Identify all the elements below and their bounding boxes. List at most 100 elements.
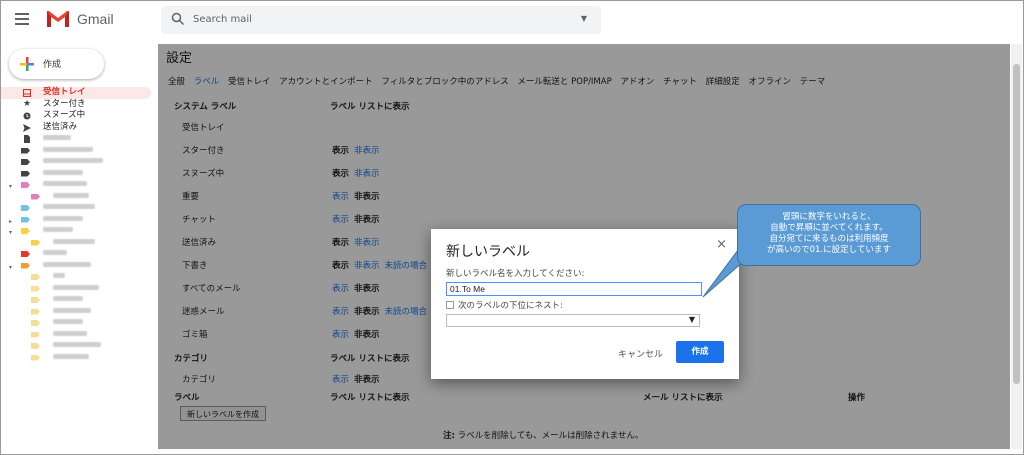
label-tag-icon	[31, 193, 40, 200]
sidebar-label-item[interactable]	[1, 156, 158, 168]
blurred-label	[53, 273, 65, 278]
label-tag-icon	[31, 343, 40, 349]
sidebar-label-item[interactable]	[1, 202, 158, 214]
callout-line: 自動で昇順に並べてくれます。	[770, 223, 888, 233]
sidebar-label-item[interactable]	[1, 352, 158, 364]
blurred-label	[43, 204, 95, 209]
nest-checkbox[interactable]	[446, 301, 454, 309]
sidebar-label-item[interactable]	[1, 145, 158, 157]
callout-line: 自分宛てに来るものは利用頻度	[769, 234, 889, 244]
blurred-label	[53, 296, 83, 301]
blurred-label	[53, 284, 99, 290]
label-tag-icon	[21, 147, 30, 154]
label-tag-icon	[21, 170, 30, 177]
plus-icon	[20, 57, 34, 71]
brand-name: Gmail	[77, 11, 114, 27]
scrollbar[interactable]	[1011, 44, 1022, 449]
sidebar-label-item[interactable]	[1, 271, 158, 283]
new-label-dialog: 新しいラベル × 新しいラベル名を入力してください: 01.To Me 次のラベ…	[431, 229, 739, 379]
parent-label-select[interactable]: ▼	[446, 314, 700, 327]
blurred-label	[53, 319, 83, 324]
label-name-input[interactable]: 01.To Me	[446, 282, 702, 296]
blurred-label	[53, 342, 101, 347]
scrollbar-thumb[interactable]	[1013, 64, 1020, 384]
blurred-label	[53, 192, 89, 198]
sidebar-label-item[interactable]	[1, 294, 158, 306]
sidebar-item-label: 受信トレイ	[43, 87, 86, 97]
sidebar-label-item[interactable]: ▾	[1, 179, 158, 191]
blurred-label	[53, 353, 89, 359]
inbox-icon	[23, 89, 31, 97]
label-tag-icon	[31, 331, 40, 338]
label-tag-icon	[31, 285, 40, 292]
label-tag-icon	[31, 274, 40, 280]
label-tag-icon	[21, 262, 30, 269]
sidebar-label-item[interactable]: ▾	[1, 225, 158, 237]
top-bar: Gmail Search mail ▼	[1, 1, 1023, 39]
sidebar-item-label: 送信済み	[43, 121, 78, 132]
gmail-logo-icon[interactable]	[45, 9, 71, 29]
main-menu-icon[interactable]	[15, 13, 29, 28]
draft-icon	[24, 135, 30, 143]
sidebar-item-label: スター付き	[43, 98, 86, 109]
sidebar-label-item[interactable]	[1, 317, 158, 329]
sidebar-item-snoozed[interactable]: スヌーズ中	[1, 110, 158, 122]
label-tag-icon	[31, 320, 40, 326]
send-icon	[23, 123, 31, 132]
label-tag-icon	[21, 182, 30, 188]
clock-icon	[23, 112, 31, 120]
label-tag-icon	[31, 239, 40, 246]
nest-checkbox-label: 次のラベルの下位にネスト:	[458, 301, 563, 311]
sidebar-label-item[interactable]	[1, 168, 158, 180]
sidebar-item-drafts[interactable]	[1, 133, 158, 145]
label-tag-icon	[21, 216, 30, 223]
blurred-label	[43, 250, 67, 255]
blurred-label	[43, 146, 93, 152]
callout-line: が高いので01.に設定しています	[767, 245, 891, 255]
sidebar-label-item[interactable]	[1, 237, 158, 249]
sidebar: 作成 受信トレイ ★ スター付き スヌーズ中 送信済み ▾ ▸ ▾ ▾	[1, 39, 158, 454]
label-tag-icon	[31, 354, 40, 361]
sidebar-item-starred[interactable]: ★ スター付き	[1, 99, 158, 111]
sidebar-label-item[interactable]: ▸	[1, 214, 158, 226]
blurred-label	[43, 169, 83, 175]
dialog-title: 新しいラベル	[446, 244, 530, 260]
blurred-label	[53, 238, 95, 244]
compose-label: 作成	[43, 60, 62, 70]
blurred-label	[43, 135, 71, 140]
sidebar-label-item[interactable]	[1, 306, 158, 318]
sidebar-label-item[interactable]: ▾	[1, 260, 158, 272]
label-name-prompt: 新しいラベル名を入力してください:	[446, 269, 585, 279]
annotation-callout: 冒頭に数字をいれると、 自動で昇順に並べてくれます。 自分宛てに来るものは利用頻…	[737, 204, 921, 266]
blurred-label	[43, 215, 83, 221]
create-button[interactable]: 作成	[676, 341, 724, 363]
compose-button[interactable]: 作成	[9, 49, 104, 79]
blurred-label	[53, 307, 91, 313]
star-icon: ★	[23, 98, 32, 109]
label-tag-icon	[21, 251, 30, 257]
dropdown-arrow-icon: ▼	[688, 315, 695, 324]
sidebar-label-item[interactable]	[1, 191, 158, 203]
blurred-label	[43, 181, 87, 186]
cancel-button[interactable]: キャンセル	[618, 347, 663, 360]
search-icon[interactable]	[171, 12, 185, 26]
search-box[interactable]: Search mail ▼	[161, 6, 601, 34]
label-tag-icon	[21, 159, 30, 165]
nav-list: 受信トレイ ★ スター付き スヌーズ中 送信済み ▾ ▸ ▾ ▾	[1, 87, 158, 363]
search-options-icon[interactable]: ▼	[581, 14, 587, 23]
search-input[interactable]: Search mail	[193, 14, 252, 25]
label-tag-icon	[31, 297, 40, 303]
sidebar-label-item[interactable]	[1, 340, 158, 352]
blurred-label	[43, 227, 73, 232]
sidebar-item-label: スヌーズ中	[43, 110, 86, 120]
callout-line: 冒頭に数字をいれると、	[782, 212, 876, 222]
sidebar-item-inbox[interactable]: 受信トレイ	[1, 87, 151, 99]
label-tag-icon	[21, 228, 30, 234]
sidebar-item-sent[interactable]: 送信済み	[1, 122, 158, 134]
sidebar-label-item[interactable]	[1, 283, 158, 295]
sidebar-label-item[interactable]	[1, 248, 158, 260]
sidebar-label-item[interactable]	[1, 329, 158, 341]
blurred-label	[43, 261, 91, 267]
blurred-label	[43, 158, 103, 163]
label-tag-icon	[21, 205, 30, 211]
